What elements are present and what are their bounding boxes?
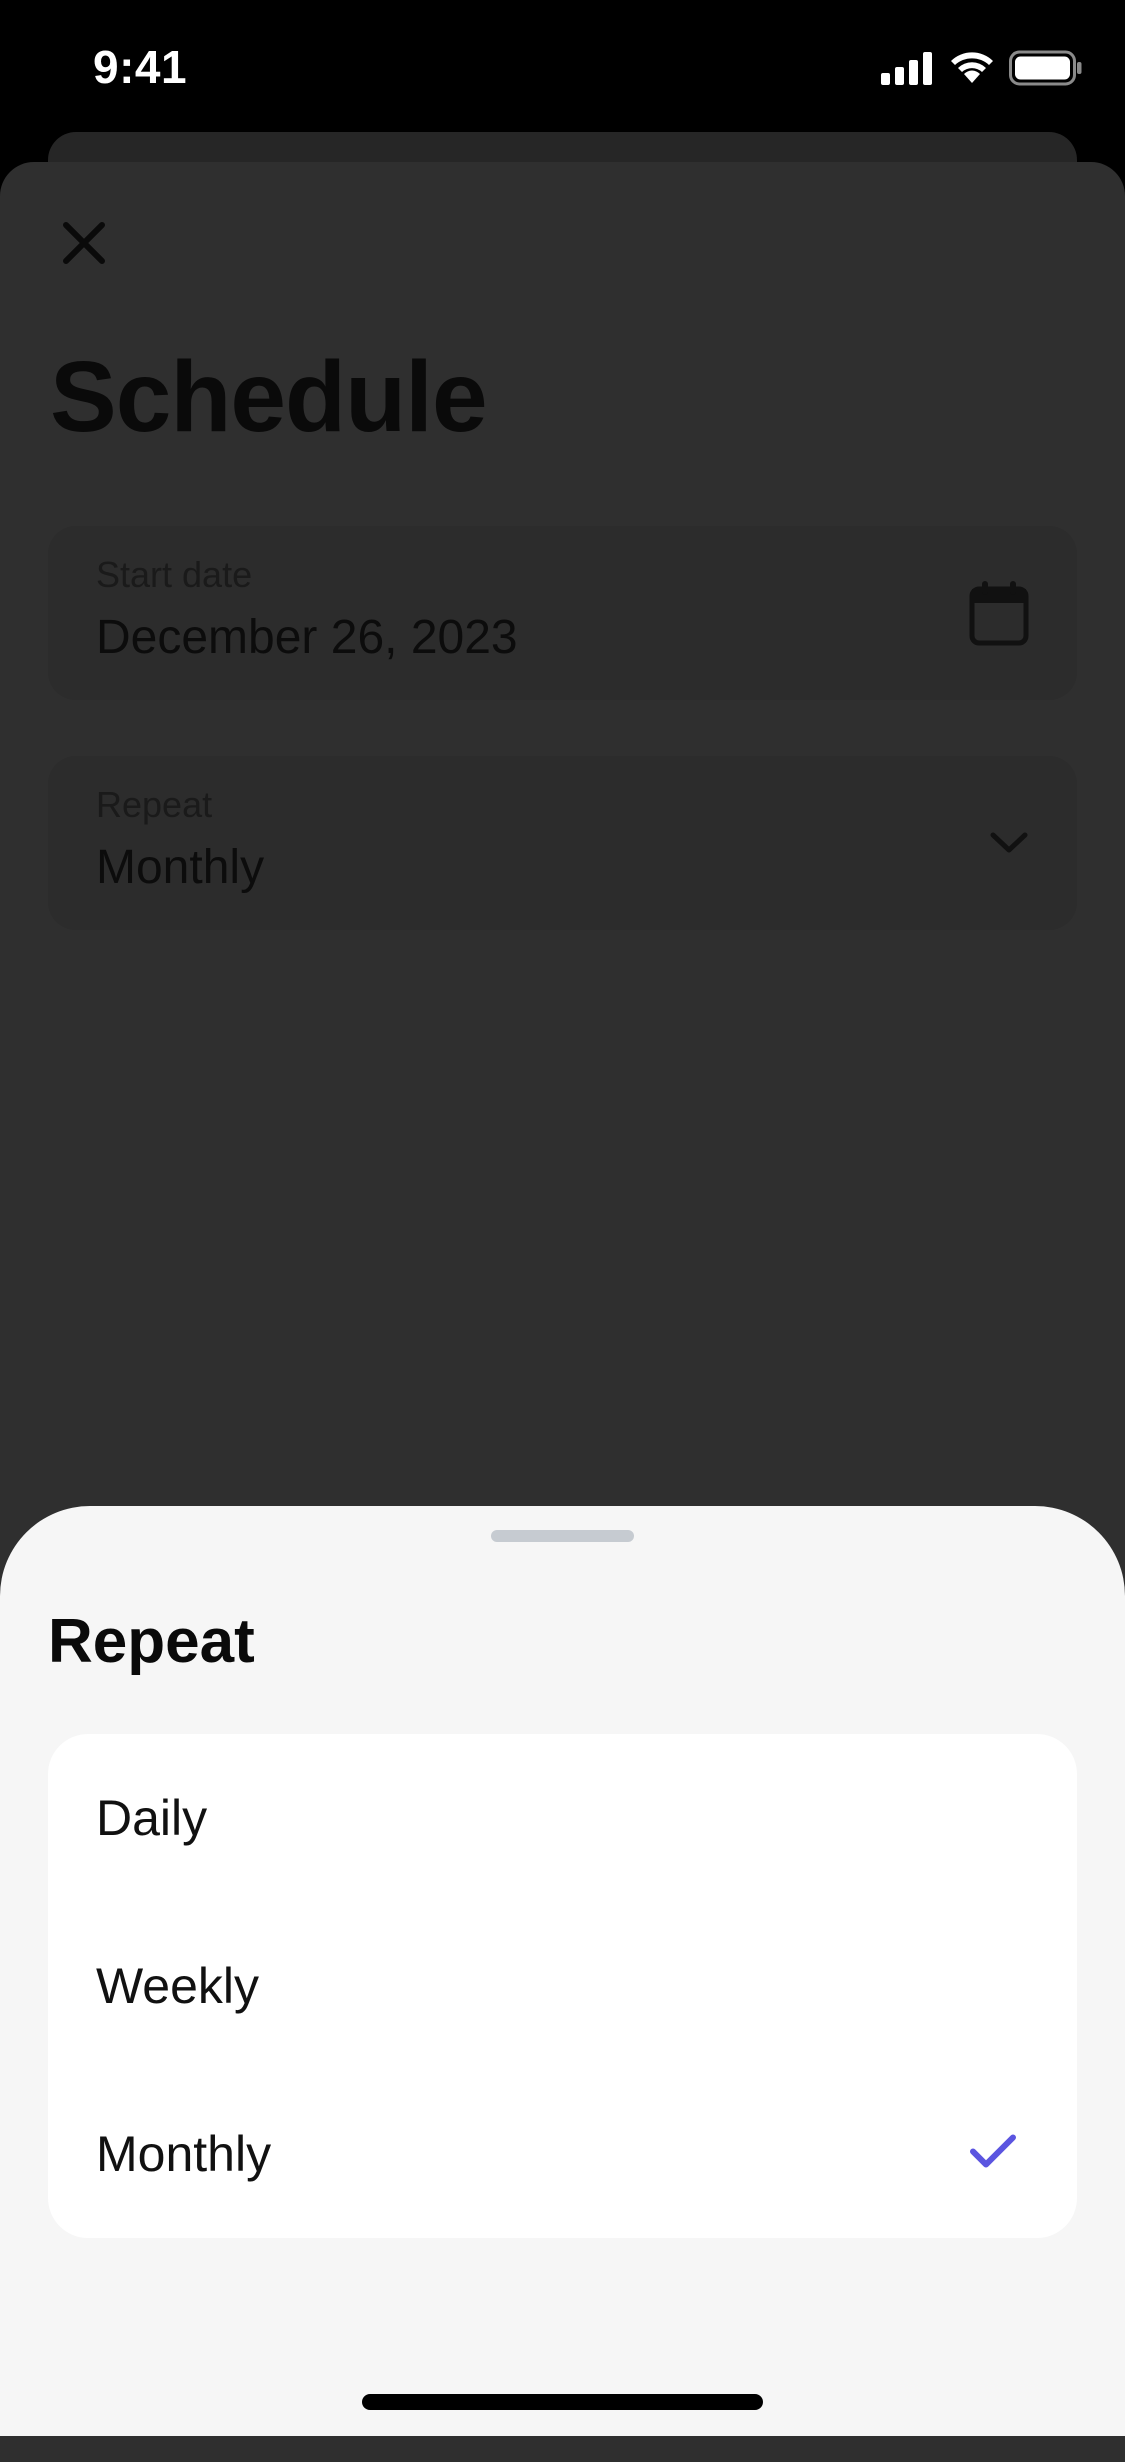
chevron-down-icon [989, 830, 1029, 856]
checkmark-icon [969, 2134, 1017, 2175]
sheet-grabber[interactable] [491, 1530, 634, 1542]
repeat-field[interactable]: Repeat Monthly [48, 756, 1077, 930]
status-bar: 9:41 [0, 0, 1125, 135]
close-button[interactable] [54, 215, 114, 275]
start-date-label: Start date [96, 554, 253, 595]
option-label: Daily [96, 1790, 208, 1846]
start-date-field[interactable]: Start date December 26, 2023 [48, 526, 1077, 700]
option-label: Weekly [96, 1958, 260, 2014]
status-time: 9:41 [93, 41, 188, 93]
status-icons [881, 50, 1083, 91]
wifi-icon [949, 51, 995, 90]
calendar-icon[interactable] [969, 580, 1029, 646]
start-date-value: December 26, 2023 [96, 611, 518, 664]
home-indicator[interactable] [362, 2394, 763, 2410]
repeat-sheet: Repeat Daily Weekly Monthly [0, 1506, 1125, 2436]
battery-icon [1009, 50, 1083, 91]
sheet-title: Repeat [48, 1607, 255, 1676]
repeat-label: Repeat [96, 784, 213, 825]
repeat-options-list: Daily Weekly Monthly [48, 1734, 1077, 2238]
repeat-option-weekly[interactable]: Weekly [48, 1902, 1077, 2070]
repeat-value: Monthly [96, 841, 265, 894]
page-title: Schedule [50, 341, 488, 453]
repeat-option-monthly[interactable]: Monthly [48, 2070, 1077, 2238]
close-icon [61, 220, 107, 271]
cellular-signal-icon [881, 51, 935, 90]
option-label: Monthly [96, 2126, 272, 2182]
repeat-option-daily[interactable]: Daily [48, 1734, 1077, 1902]
